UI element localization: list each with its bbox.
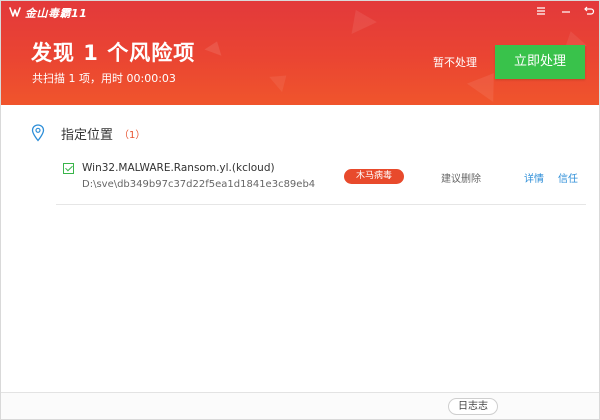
minimize-icon[interactable] xyxy=(558,5,574,19)
menu-icon[interactable] xyxy=(533,5,549,19)
fix-now-button[interactable]: 立即处理 xyxy=(495,45,585,79)
close-icon[interactable] xyxy=(581,5,597,20)
threat-type-badge: 木马病毒 xyxy=(344,169,404,184)
result-header: 金山毒霸11 发现 1 个风险项 共扫描 1 项，用时 00:00:03 暂不处… xyxy=(1,1,599,105)
log-button[interactable]: 日志志 xyxy=(448,398,498,415)
app-window: 金山毒霸11 发现 1 个风险项 共扫描 1 项，用时 00:00:03 暂不处… xyxy=(0,0,600,420)
kingsoft-logo-icon xyxy=(9,7,21,17)
footer-bar: 日志志 xyxy=(1,392,599,419)
trust-link[interactable]: 信任 xyxy=(558,170,578,185)
app-brand: 金山毒霸11 xyxy=(9,5,87,21)
location-pin-icon xyxy=(31,124,45,142)
decorative-triangle xyxy=(204,38,226,56)
threat-advice: 建议删除 xyxy=(441,174,481,185)
section-header: 指定位置 （1） xyxy=(31,123,145,143)
threat-name: Win32.MALWARE.Ransom.yl.(kcloud) xyxy=(82,162,275,174)
details-link[interactable]: 详情 xyxy=(524,170,544,185)
decorative-triangle xyxy=(269,67,293,93)
scan-summary: 共扫描 1 项，用时 00:00:03 xyxy=(32,72,176,85)
threat-row: Win32.MALWARE.Ransom.yl.(kcloud) D:\sve\… xyxy=(56,155,586,205)
section-count: （1） xyxy=(119,129,146,141)
threat-path: D:\sve\db349b97c37d22f5ea1d1841e3c89eb4 xyxy=(82,179,316,190)
page-title: 发现 1 个风险项 xyxy=(31,41,196,65)
decorative-triangle xyxy=(343,4,377,34)
ignore-button[interactable]: 暂不处理 xyxy=(433,54,477,70)
section-title: 指定位置 xyxy=(61,127,114,143)
threat-checkbox[interactable] xyxy=(63,163,74,174)
app-name: 金山毒霸11 xyxy=(25,7,88,20)
